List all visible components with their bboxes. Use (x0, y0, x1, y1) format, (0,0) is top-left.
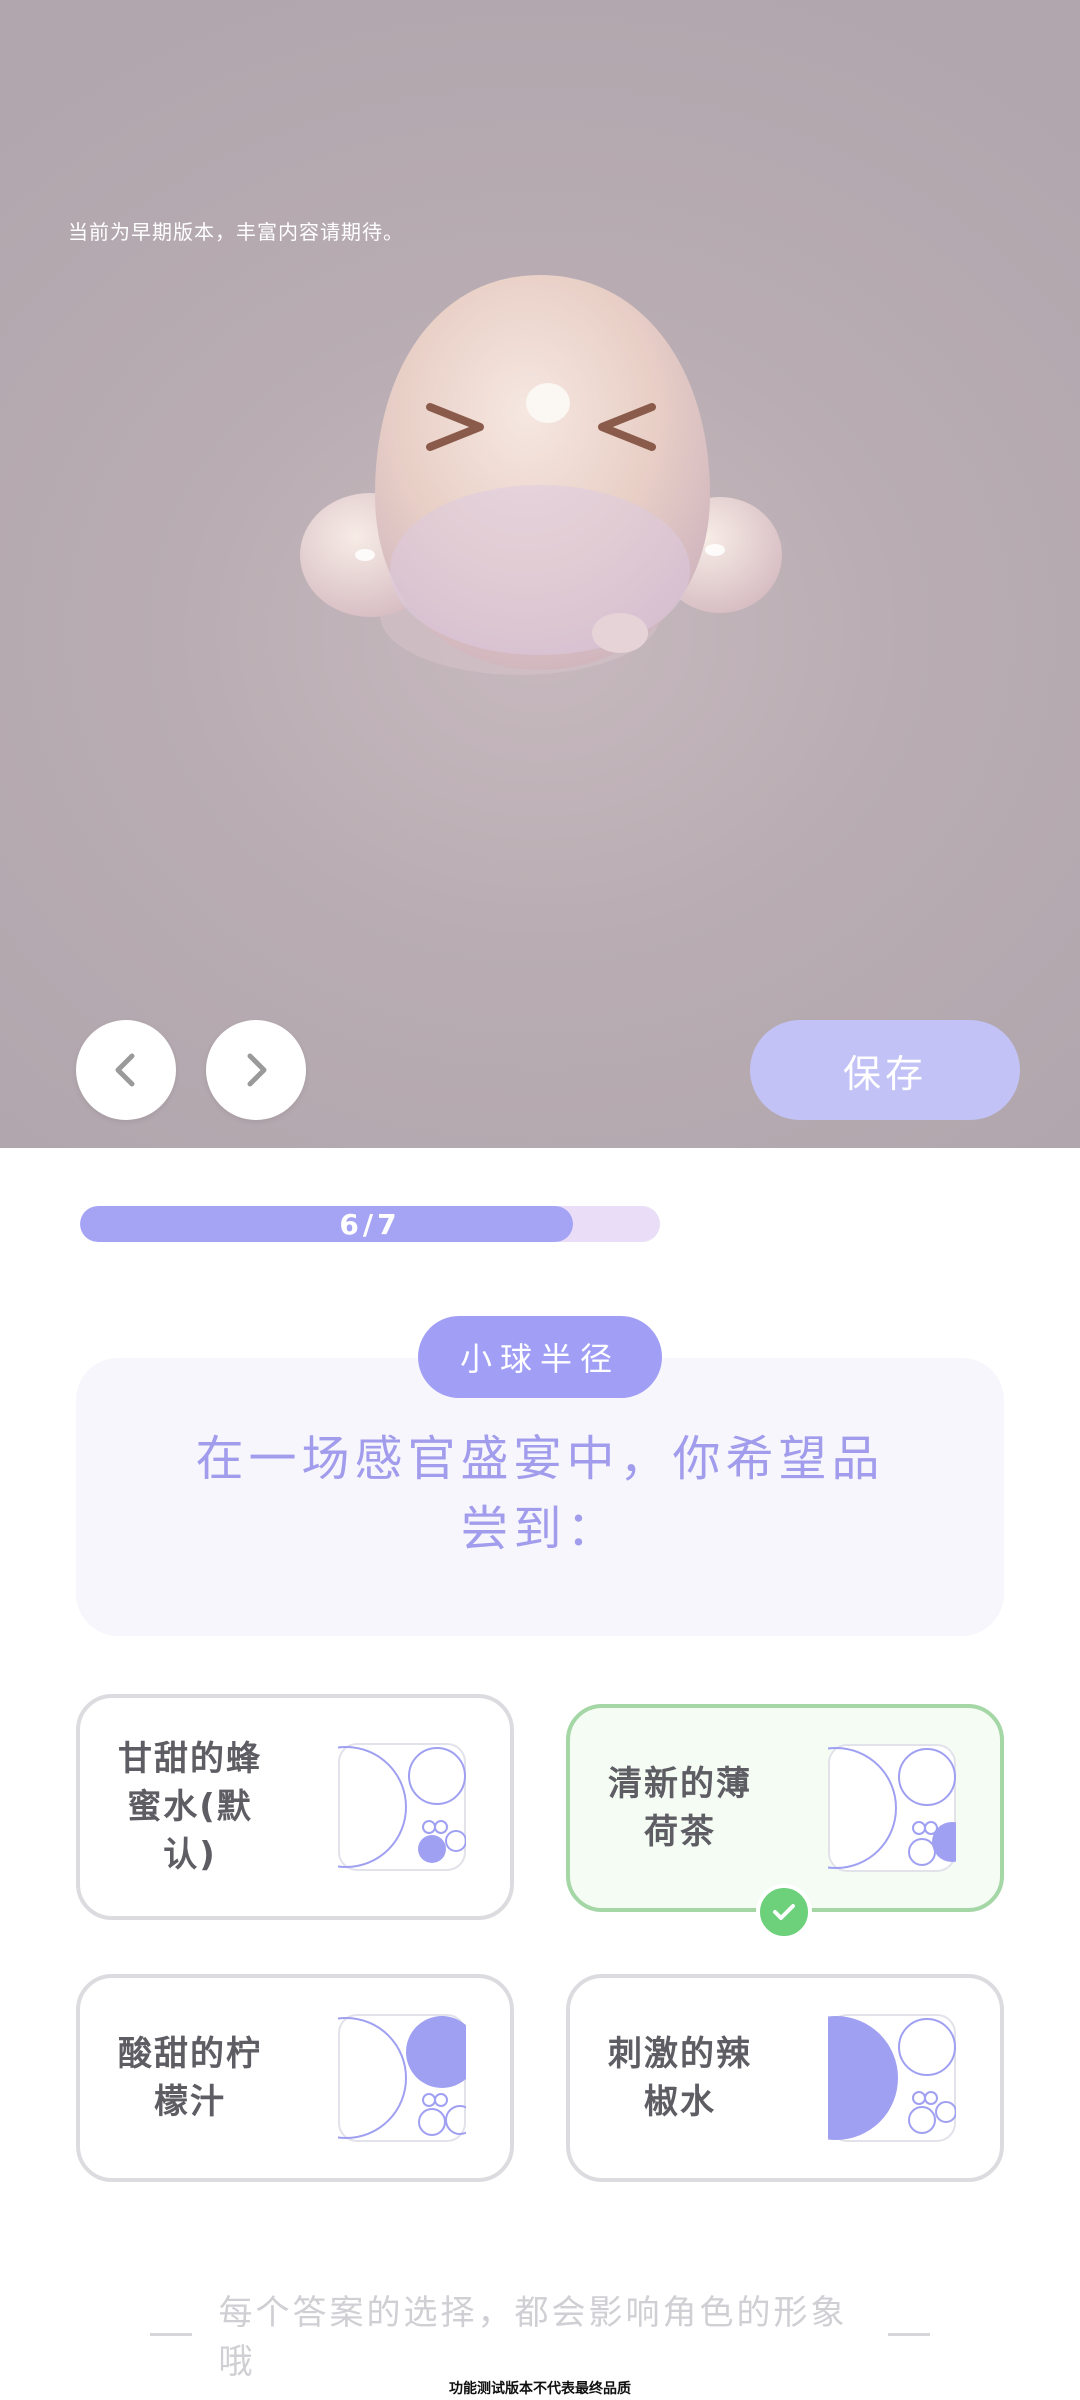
hint-divider-left (150, 2332, 193, 2336)
early-version-notice: 当前为早期版本，丰富内容请期待。 (68, 220, 404, 244)
character-model (300, 275, 782, 675)
question-text: 在一场感官盛宴中，你希望品尝到： (195, 1431, 885, 1557)
selected-check-icon (756, 1884, 812, 1940)
option-label: 甘甜的蜂蜜水(默认) (118, 1739, 262, 1875)
chevron-right-icon (247, 1053, 267, 1087)
hint-divider-right (887, 2332, 930, 2336)
answer-hint: 每个答案的选择，都会影响角色的形象哦 (150, 2293, 930, 2382)
circle-pattern-medium-icon (828, 1744, 956, 1872)
chevron-left-icon (115, 1053, 135, 1087)
circle-pattern-small-icon (338, 1743, 466, 1871)
option-chili-water[interactable]: 刺激的辣椒水 (566, 1974, 1004, 2182)
option-lemon-juice[interactable]: 酸甜的柠檬汁 (76, 1974, 514, 2182)
option-mint-tea[interactable]: 清新的薄荷茶 (566, 1704, 1004, 1912)
option-label: 清新的薄荷茶 (608, 1764, 752, 1852)
previous-button[interactable] (76, 1020, 176, 1120)
character-preview: 当前为早期版本，丰富内容请期待。 保存 (0, 0, 1080, 1148)
question-category-tag: 小球半径 (418, 1316, 662, 1398)
hint-text: 每个答案的选择，都会影响角色的形象哦 (218, 2293, 848, 2382)
option-label: 酸甜的柠檬汁 (118, 2034, 262, 2122)
progress-bar: 6/7 (80, 1206, 660, 1242)
disclaimer-text: 功能测试版本不代表最终品质 (449, 2381, 631, 2397)
next-button[interactable] (206, 1020, 306, 1120)
option-label: 刺激的辣椒水 (608, 2034, 752, 2122)
save-button[interactable]: 保存 (750, 1020, 1020, 1120)
circle-pattern-xlarge-icon (828, 2014, 956, 2142)
progress-text: 6/7 (339, 1207, 401, 1241)
option-honey-water[interactable]: 甘甜的蜂蜜水(默认) (76, 1694, 514, 1920)
circle-pattern-large-icon (338, 2014, 466, 2142)
